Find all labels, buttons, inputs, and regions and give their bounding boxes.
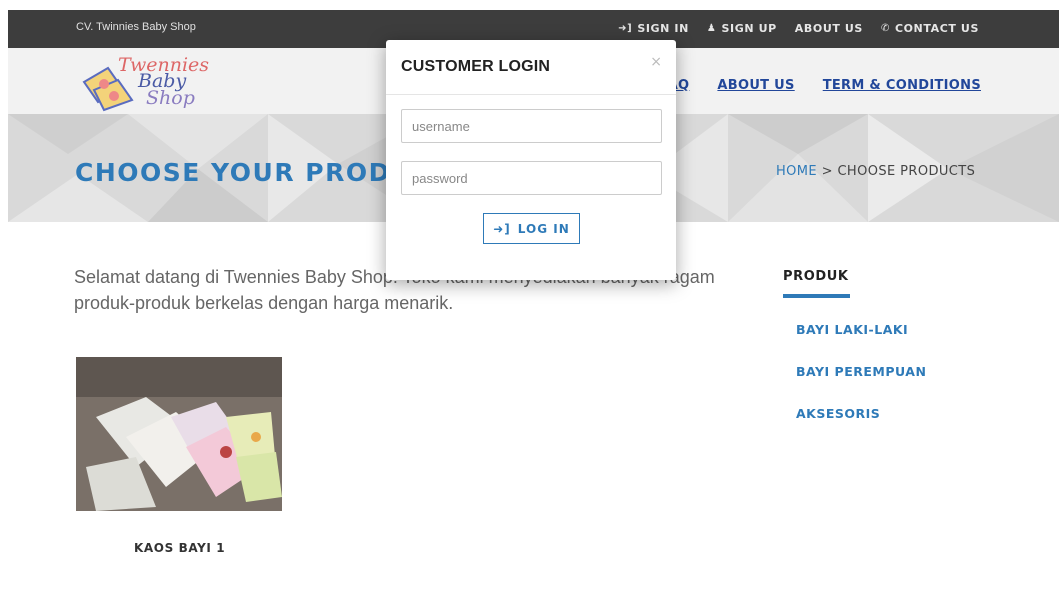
log-in-label: LOG IN [517,221,570,236]
shop-brand-text: CV. Twinnies Baby Shop [76,21,196,33]
sidebar-heading-underline [783,294,850,298]
sign-in-link[interactable]: ➜] SIGN IN [618,22,689,35]
shop-logo[interactable]: Twennies Baby Shop [78,56,209,114]
phone-icon: ✆ [880,23,890,34]
breadcrumb-home[interactable]: HOME [776,164,817,179]
sidebar-item-bayi-perempuan[interactable]: BAYI PEREMPUAN [796,364,926,379]
contact-us-link[interactable]: ✆ CONTACT US [881,22,979,35]
contact-us-label: CONTACT US [894,22,979,35]
product-sidebar: PRODUK BAYI LAKI-LAKI BAYI PEREMPUAN AKS… [783,269,926,421]
log-in-button[interactable]: ➜] LOG IN [483,213,580,244]
logo-line-3: Shop [146,87,195,109]
breadcrumb-current: CHOOSE PRODUCTS [837,164,976,179]
nav-about-us[interactable]: ABOUT US [717,78,794,93]
sign-in-label: SIGN IN [637,22,689,35]
sign-up-link[interactable]: ♟ SIGN UP [707,22,777,35]
product-name[interactable]: KAOS BAYI 1 [134,541,225,555]
username-input[interactable] [401,109,662,143]
sidebar-heading: PRODUK [783,269,849,284]
sidebar-item-bayi-laki-laki[interactable]: BAYI LAKI-LAKI [796,322,926,337]
breadcrumb-separator: > [821,164,833,179]
user-icon: ♟ [706,23,717,34]
password-input[interactable] [401,161,662,195]
nav-terms[interactable]: TERM & CONDITIONS [823,78,981,93]
modal-title: CUSTOMER LOGIN [401,58,551,75]
sign-in-icon: ➜] [493,221,511,236]
about-us-top-link[interactable]: ABOUT US [795,22,863,35]
product-image[interactable] [76,357,282,511]
baby-clothes-photo [76,357,282,511]
breadcrumb: HOME > CHOOSE PRODUCTS [776,164,975,179]
sign-in-icon: ➜] [618,23,633,34]
modal-header: CUSTOMER LOGIN × [386,40,676,95]
main-nav: FAQ ABOUT US TERM & CONDITIONS [660,78,981,93]
top-links: ➜] SIGN IN ♟ SIGN UP ABOUT US ✆ CONTACT … [618,22,979,35]
sign-up-label: SIGN UP [721,22,777,35]
close-icon[interactable]: × [650,54,662,70]
login-modal: CUSTOMER LOGIN × ➜] LOG IN [386,40,676,280]
sidebar-item-aksesoris[interactable]: AKSESORIS [796,406,926,421]
about-us-top-label: ABOUT US [794,22,863,35]
